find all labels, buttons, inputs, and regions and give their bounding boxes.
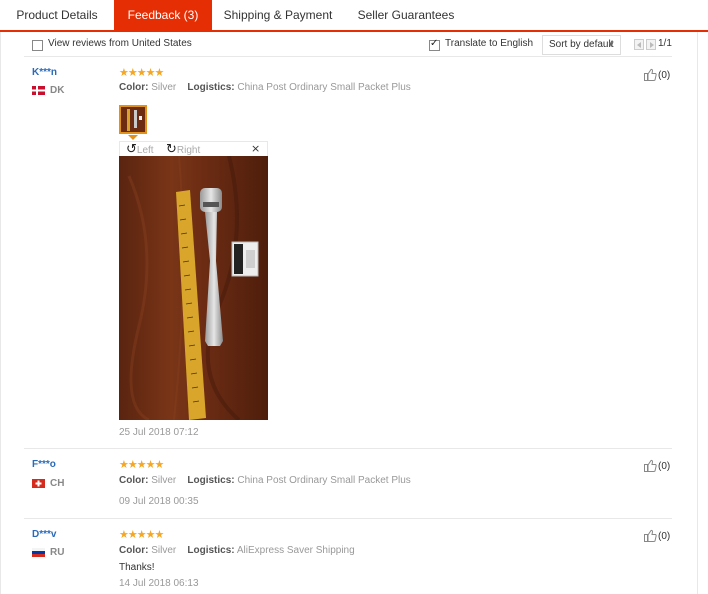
star-rating: ★★★★★	[119, 528, 164, 541]
reviewer-name[interactable]: F***o	[32, 459, 56, 470]
helpful-button[interactable]: (0)	[644, 529, 670, 542]
reviewer-country: CH	[50, 478, 65, 489]
rotate-right-button[interactable]: ↻Right	[166, 142, 200, 157]
page-count: 1/1	[658, 38, 672, 49]
thumbs-up-icon	[644, 529, 657, 542]
chevron-down-icon: ▼	[607, 40, 615, 49]
pager-next-button[interactable]	[646, 39, 656, 50]
translate-checkbox[interactable]	[429, 38, 440, 51]
review-date: 14 Jul 2018 06:13	[119, 578, 199, 589]
review-item: F***o CH ★★★★★ Color: Silver Logistics: …	[24, 449, 672, 519]
translate-label[interactable]: Translate to English	[445, 38, 533, 49]
reviewer-country: RU	[50, 547, 65, 558]
thumbs-up-icon	[644, 68, 657, 81]
review-meta: Color: Silver Logistics: AliExpress Save…	[119, 545, 355, 556]
flag-switzerland-icon	[32, 479, 45, 488]
star-rating: ★★★★★	[119, 66, 164, 79]
review-photo-enlarged	[119, 156, 268, 420]
helpful-button[interactable]: (0)	[644, 68, 670, 81]
sort-select-value: Sort by default	[549, 39, 614, 50]
review-item: K***n DK ★★★★★ Color: Silver Logistics: …	[24, 58, 672, 449]
us-reviews-checkbox[interactable]	[32, 40, 43, 51]
review-date: 25 Jul 2018 07:12	[119, 427, 199, 438]
tab-feedback[interactable]: Feedback (3)	[114, 0, 212, 30]
rotate-right-icon: ↻	[166, 142, 177, 157]
sort-select[interactable]: Sort by default ▼	[542, 35, 621, 55]
tab-seller-guarantees[interactable]: Seller Guarantees	[344, 0, 468, 30]
review-item: D***v RU ★★★★★ Color: Silver Logistics: …	[24, 519, 672, 594]
feedback-filter-bar: View reviews from United States Translat…	[24, 32, 672, 57]
frame-border-right	[697, 32, 698, 594]
close-icon[interactable]: ×	[251, 142, 260, 155]
rotate-left-icon: ↺	[126, 142, 137, 157]
star-rating: ★★★★★	[119, 458, 164, 471]
thumbnail-pointer	[128, 135, 138, 140]
review-meta: Color: Silver Logistics: China Post Ordi…	[119, 82, 411, 93]
flag-russia-icon	[32, 548, 45, 557]
tab-product-details[interactable]: Product Details	[0, 0, 114, 30]
product-tabs: Product Details Feedback (3) Shipping & …	[0, 0, 708, 32]
helpful-button[interactable]: (0)	[644, 459, 670, 472]
reviewer-name[interactable]: K***n	[32, 67, 57, 78]
image-viewer-toolbar: ↺Left ↻Right ×	[119, 141, 268, 157]
us-reviews-label[interactable]: View reviews from United States	[48, 38, 192, 49]
reviewer-country: DK	[50, 85, 65, 96]
review-meta: Color: Silver Logistics: China Post Ordi…	[119, 475, 411, 486]
review-text: Thanks!	[119, 562, 155, 573]
reviewer-name[interactable]: D***v	[32, 529, 56, 540]
tab-shipping-payment[interactable]: Shipping & Payment	[212, 0, 344, 30]
flag-denmark-icon	[32, 86, 45, 95]
review-photo-thumbnail[interactable]	[119, 105, 147, 134]
review-date: 09 Jul 2018 00:35	[119, 496, 199, 507]
thumbs-up-icon	[644, 459, 657, 472]
frame-border-left	[0, 32, 1, 594]
rotate-left-button[interactable]: ↺Left	[126, 142, 154, 157]
pager-prev-button[interactable]	[634, 39, 644, 50]
